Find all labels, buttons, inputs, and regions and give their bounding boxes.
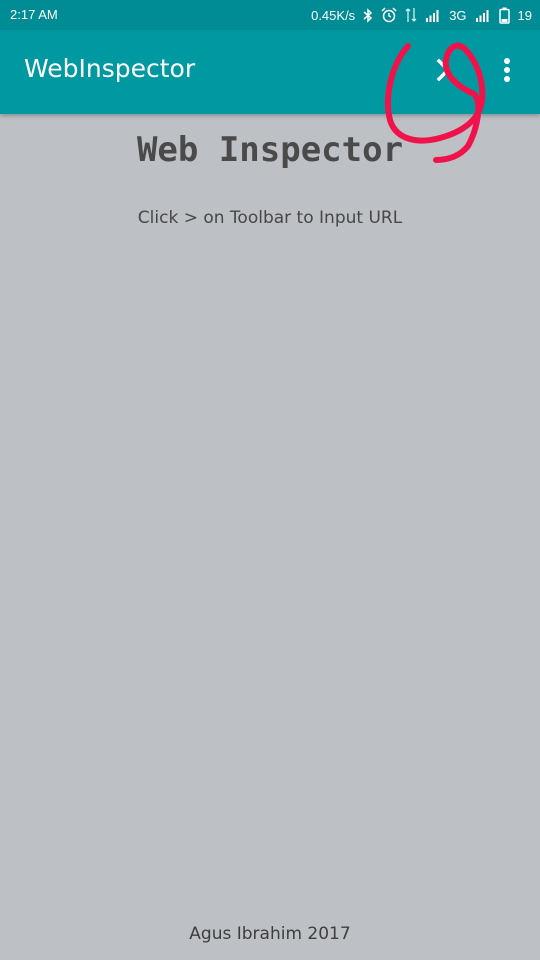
input-url-button[interactable] [424,50,464,94]
signal-icon [425,8,441,22]
app-title: WebInspector [24,54,196,83]
footer-credit: Agus Ibrahim 2017 [189,924,351,944]
status-time: 2:17 AM [10,7,58,22]
chevron-right-icon [435,58,453,86]
alarm-icon [381,7,397,23]
status-icons: 0.45K/s 3G 19 [311,0,532,30]
hint-text: Click > on Toolbar to Input URL [137,208,403,228]
data-arrows-icon [405,7,417,23]
battery-icon [498,7,510,24]
bluetooth-icon [363,7,373,23]
app-toolbar: WebInspector [0,30,540,114]
status-bar: 2:17 AM 0.45K/s 3G 19 [0,0,540,30]
battery-level: 19 [517,7,532,23]
more-vert-icon [503,57,511,87]
network-type: 3G [449,7,467,23]
net-speed: 0.45K/s [311,7,356,23]
signal-icon [475,8,491,22]
page-heading: Web Inspector [136,130,404,170]
overflow-menu-button[interactable] [490,50,524,94]
